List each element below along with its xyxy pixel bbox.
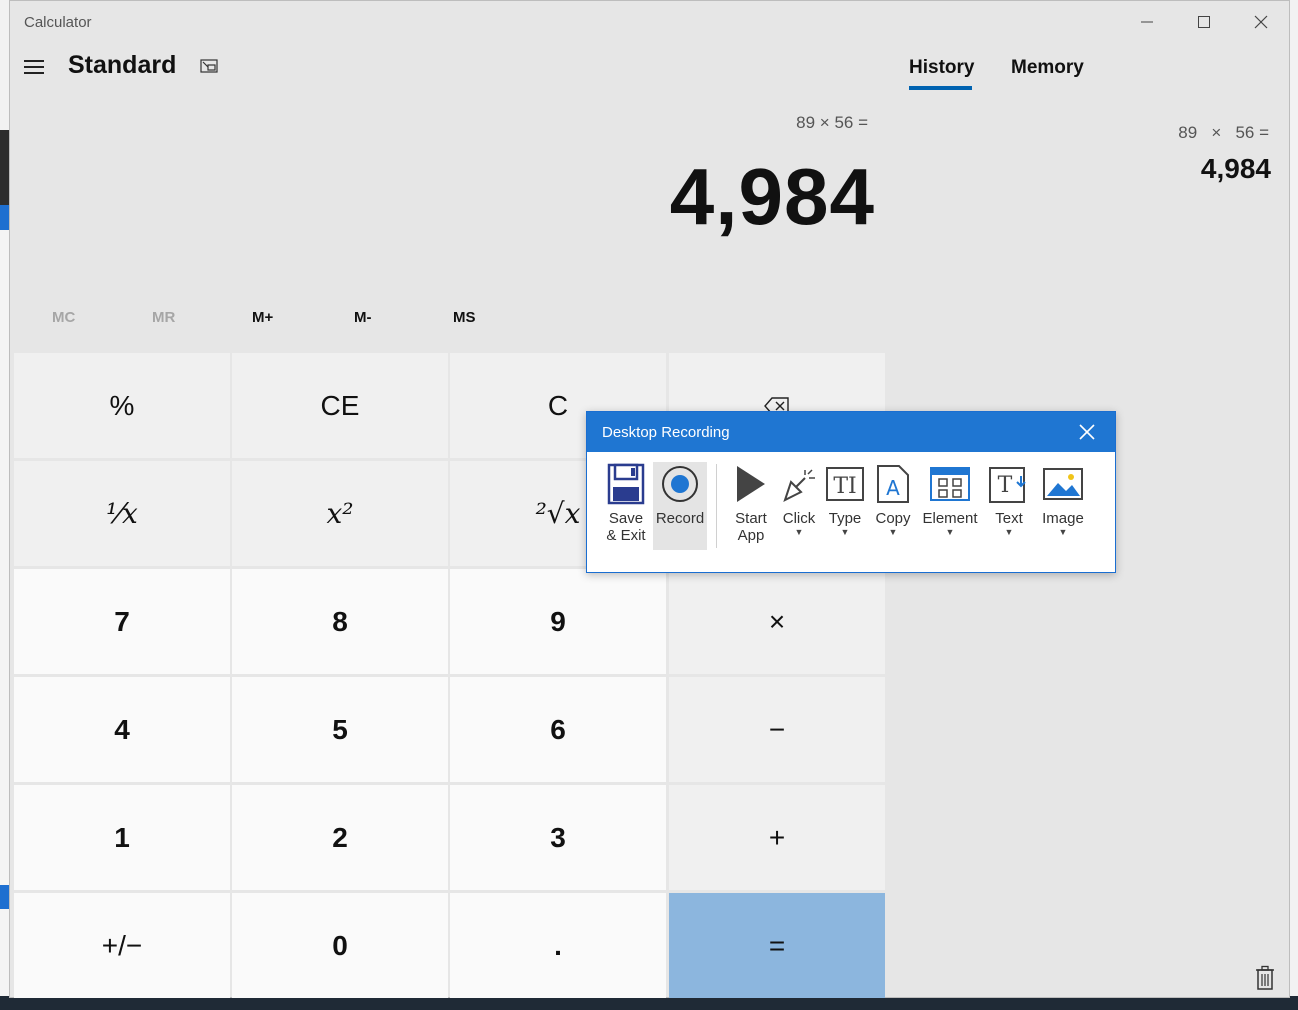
save-label: Save (608, 510, 644, 527)
text-dropdown-icon[interactable]: ▼ (1005, 527, 1014, 537)
click-button[interactable]: Click ▼ (777, 462, 821, 537)
copy-button[interactable]: A Copy ▼ (871, 462, 915, 537)
tab-history[interactable]: History (909, 57, 974, 79)
close-icon (1254, 15, 1267, 29)
element-dropdown-icon[interactable]: ▼ (946, 527, 955, 537)
maximize-button[interactable] (1175, 1, 1232, 43)
negate-key[interactable]: +/− (14, 893, 230, 998)
five-key[interactable]: 5 (232, 677, 448, 782)
decimal-key[interactable]: . (450, 893, 666, 998)
copy-dropdown-icon[interactable]: ▼ (889, 527, 898, 537)
recording-title: Desktop Recording (602, 424, 730, 441)
m-minus-button[interactable]: M- (354, 309, 372, 326)
expression-display: 89 × 56 = (796, 113, 868, 132)
image-icon (1041, 462, 1085, 506)
two-key[interactable]: 2 (232, 785, 448, 890)
history-operator: × (1211, 123, 1222, 142)
record-button[interactable]: Record (653, 462, 707, 550)
start-app-button[interactable]: Start App (729, 462, 773, 544)
record-label: Record (655, 510, 705, 527)
play-icon (729, 462, 773, 506)
type-icon: TI (823, 462, 867, 506)
zero-key[interactable]: 0 (232, 893, 448, 998)
type-label: Type (828, 510, 862, 527)
ce-key[interactable]: CE (232, 353, 448, 458)
recording-close-icon[interactable] (1077, 422, 1097, 442)
click-label: Click (782, 510, 816, 527)
close-button[interactable] (1232, 1, 1289, 43)
image-label: Image (1042, 510, 1084, 527)
plus-key[interactable]: + (669, 785, 885, 890)
tab-memory[interactable]: Memory (1011, 57, 1084, 79)
desktop-recording-panel: Desktop Recording Save & Exit Record Sta… (586, 411, 1116, 573)
type-button[interactable]: TI Type ▼ (823, 462, 867, 537)
text-button[interactable]: T Text ▼ (987, 462, 1031, 537)
ms-button[interactable]: MS (453, 309, 476, 326)
seven-key[interactable]: 7 (14, 569, 230, 674)
click-dropdown-icon[interactable]: ▼ (795, 527, 804, 537)
delete-history-icon[interactable] (1254, 965, 1276, 991)
minus-key[interactable]: − (669, 677, 885, 782)
equals-key[interactable]: = (669, 893, 885, 998)
app-label: App (737, 527, 765, 544)
copy-label: Copy (875, 510, 911, 527)
history-operand-b: 56 = (1235, 123, 1269, 142)
minimize-button[interactable] (1118, 1, 1175, 43)
three-key[interactable]: 3 (450, 785, 666, 890)
mr-button[interactable]: MR (152, 309, 175, 326)
svg-text:A: A (886, 476, 900, 500)
app-title: Calculator (24, 14, 92, 31)
nine-key[interactable]: 9 (450, 569, 666, 674)
history-item-expression[interactable]: 89 × 56 = (1178, 123, 1269, 143)
result-display: 4,984 (669, 152, 875, 241)
element-icon (928, 462, 972, 506)
toolbar-separator (716, 464, 717, 548)
m-plus-button[interactable]: M+ (252, 309, 273, 326)
mc-button[interactable]: MC (52, 309, 75, 326)
eight-key[interactable]: 8 (232, 569, 448, 674)
element-label: Element (922, 510, 978, 527)
six-key[interactable]: 6 (450, 677, 666, 782)
multiply-key-2[interactable]: × (669, 569, 885, 674)
history-operand-a: 89 (1178, 123, 1198, 142)
record-icon (658, 462, 702, 506)
minimize-icon (1140, 21, 1153, 23)
image-dropdown-icon[interactable]: ▼ (1059, 527, 1068, 537)
type-dropdown-icon[interactable]: ▼ (841, 527, 850, 537)
copy-icon: A (871, 462, 915, 506)
maximize-icon (1197, 16, 1210, 28)
exit-label: & Exit (606, 527, 646, 544)
history-item-result[interactable]: 4,984 (1201, 153, 1271, 185)
recording-header: Desktop Recording (587, 412, 1115, 452)
image-button[interactable]: Image ▼ (1039, 462, 1087, 537)
square-key[interactable]: x² (232, 461, 448, 566)
element-button[interactable]: Element ▼ (921, 462, 979, 537)
save-icon (604, 462, 648, 506)
active-tab-indicator (909, 86, 972, 90)
cursor-click-icon (777, 462, 821, 506)
mode-title: Standard (68, 51, 177, 79)
save-exit-button[interactable]: Save & Exit (603, 462, 649, 544)
svg-text:T: T (998, 473, 1013, 498)
text-label: Text (995, 510, 1023, 527)
four-key[interactable]: 4 (14, 677, 230, 782)
one-key[interactable]: 1 (14, 785, 230, 890)
title-bar: Calculator (10, 1, 1289, 43)
text-icon: T (987, 462, 1031, 506)
keep-on-top-icon[interactable] (200, 58, 218, 76)
taskbar-strip (0, 996, 1298, 1010)
reciprocal-key[interactable]: ⅟x (14, 461, 230, 566)
percent-key[interactable]: % (14, 353, 230, 458)
svg-text:TI: TI (833, 474, 856, 499)
hamburger-menu-icon[interactable] (24, 55, 46, 79)
start-label: Start (735, 510, 767, 527)
